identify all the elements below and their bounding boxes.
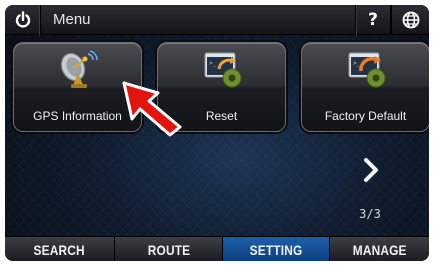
power-icon xyxy=(15,11,30,28)
language-button[interactable] xyxy=(391,5,429,35)
tab-route-label: ROUTE xyxy=(147,241,190,258)
tab-search[interactable]: SEARCH xyxy=(5,237,115,261)
reset-icon: >_ xyxy=(204,52,242,88)
red-pointer-arrow-icon xyxy=(122,81,182,137)
help-button[interactable]: ? xyxy=(355,5,391,35)
gps-satellite-icon xyxy=(60,50,98,88)
menu-title: Menu xyxy=(53,11,91,28)
factory-default-label: Factory Default xyxy=(324,109,407,123)
svg-text:>_: >_ xyxy=(209,60,217,67)
chevron-right-icon xyxy=(364,158,378,182)
tab-search-label: SEARCH xyxy=(33,241,86,258)
tab-manage-label: MANAGE xyxy=(352,241,407,258)
page-indicator: 3/3 xyxy=(359,207,381,221)
tab-setting-label: SETTING xyxy=(249,241,303,258)
tab-route[interactable]: ROUTE xyxy=(115,237,223,261)
power-button[interactable] xyxy=(5,5,41,35)
factory-default-button[interactable]: >_ Factory Default xyxy=(301,42,429,132)
bottom-tab-bar: SEARCH ROUTE SETTING MANAGE xyxy=(5,236,429,261)
next-page-button[interactable] xyxy=(360,157,382,183)
tab-manage[interactable]: MANAGE xyxy=(330,237,429,261)
factory-default-icon: >_ xyxy=(348,52,386,88)
svg-text:>_: >_ xyxy=(353,60,361,67)
nav-screen: Menu ? GPS Information >_ Reset >_ Facto… xyxy=(5,5,429,261)
help-icon: ? xyxy=(368,10,378,30)
top-bar: Menu ? xyxy=(5,5,429,35)
tab-setting[interactable]: SETTING xyxy=(223,237,330,261)
globe-icon xyxy=(402,11,419,29)
